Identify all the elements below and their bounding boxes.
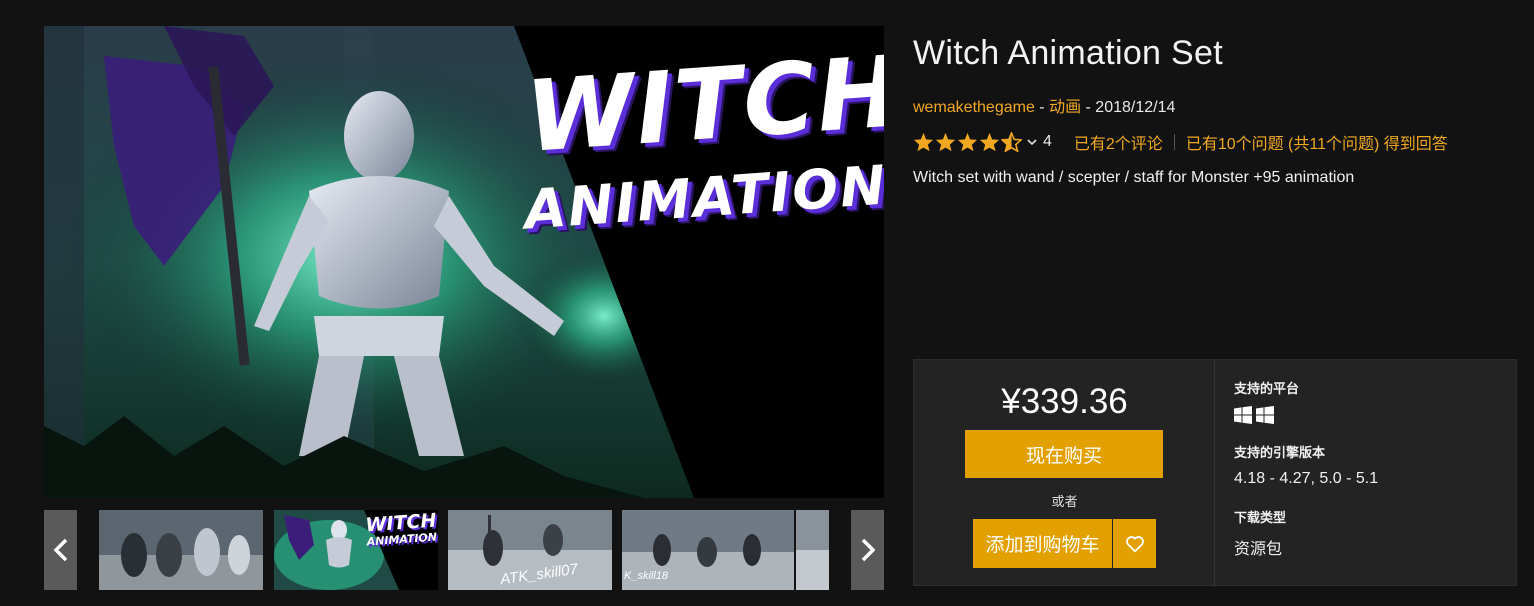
or-label: 或者 [1051,494,1078,509]
buy-now-button[interactable]: 现在购买 [965,430,1163,478]
product-description: Witch set with wand / scepter / staff fo… [913,169,1355,186]
thumbnail-3[interactable]: ATK_skill07 [448,510,612,590]
product-page: WITCH ANIMATION WITCH ANIMATION ATK_skil… [0,0,1534,606]
thumbnail-2-caption: WITCH ANIMATION [365,510,438,548]
questions-link[interactable]: 已有10个问题 (共11个问题) 得到回答 [1186,130,1448,154]
star-rating[interactable] [913,132,1022,152]
star-full-icon [979,132,1000,152]
star-half-icon [1001,132,1022,152]
heart-icon [1125,535,1144,552]
thumbnail-prev-button[interactable] [44,510,77,590]
star-full-icon [913,132,934,152]
product-meta: wemakethegame - 动画 - 2018/12/14 [913,93,1175,117]
star-full-icon [957,132,978,152]
platform-label: 支持的平台 [1234,381,1300,396]
release-date: 2018/12/14 [1095,99,1176,116]
category-link[interactable]: 动画 [1049,99,1081,116]
reviews-link[interactable]: 已有2个评论 [1074,130,1163,154]
wishlist-button[interactable] [1113,519,1156,568]
windows-icon [1256,406,1274,424]
price: ¥339.36 [1001,382,1128,421]
meta-separator-1: - [1034,99,1050,116]
engine-version-label: 支持的引擎版本 [1234,445,1326,460]
thumbnail-4-caption: K_skill18 [624,570,669,582]
product-hero-image[interactable]: WITCH ANIMATION [44,26,884,498]
add-to-cart-button[interactable]: 添加到购物车 [973,519,1112,568]
meta-separator-2: - [1081,99,1096,116]
seller-link[interactable]: wemakethegame [913,99,1035,116]
chevron-left-icon [53,538,67,562]
star-full-icon [935,132,956,152]
thumbnail-5[interactable] [796,510,829,590]
platform-icons [1234,406,1274,424]
download-type-value: 资源包 [1234,541,1283,558]
thumbnail-strip: WITCH ANIMATION ATK_skill07 K_skill18 [99,510,829,590]
download-type-label: 下载类型 [1234,510,1287,525]
rating-count: 4 [1043,133,1052,150]
rating-row: 4 已有2个评论 已有10个问题 (共11个问题) 得到回答 [913,130,1448,154]
chevron-right-icon [861,538,875,562]
thumbnail-2[interactable]: WITCH ANIMATION [274,510,438,590]
purchase-panel: ¥339.36 现在购买 或者 添加到购物车 支持的平台 支持的引擎版本 4.1… [913,359,1517,587]
thumbnail-next-button[interactable] [851,510,884,590]
thumbnail-1[interactable] [99,510,263,590]
windows-icon [1234,406,1252,424]
product-title: Witch Animation Set [913,34,1223,72]
thumbnail-4[interactable]: K_skill18 [622,510,794,590]
purchase-actions: ¥339.36 现在购买 或者 添加到购物车 [914,360,1215,587]
divider [1173,134,1175,150]
chevron-down-icon[interactable] [1027,135,1037,149]
engine-version-value: 4.18 - 4.27, 5.0 - 5.1 [1234,470,1379,487]
